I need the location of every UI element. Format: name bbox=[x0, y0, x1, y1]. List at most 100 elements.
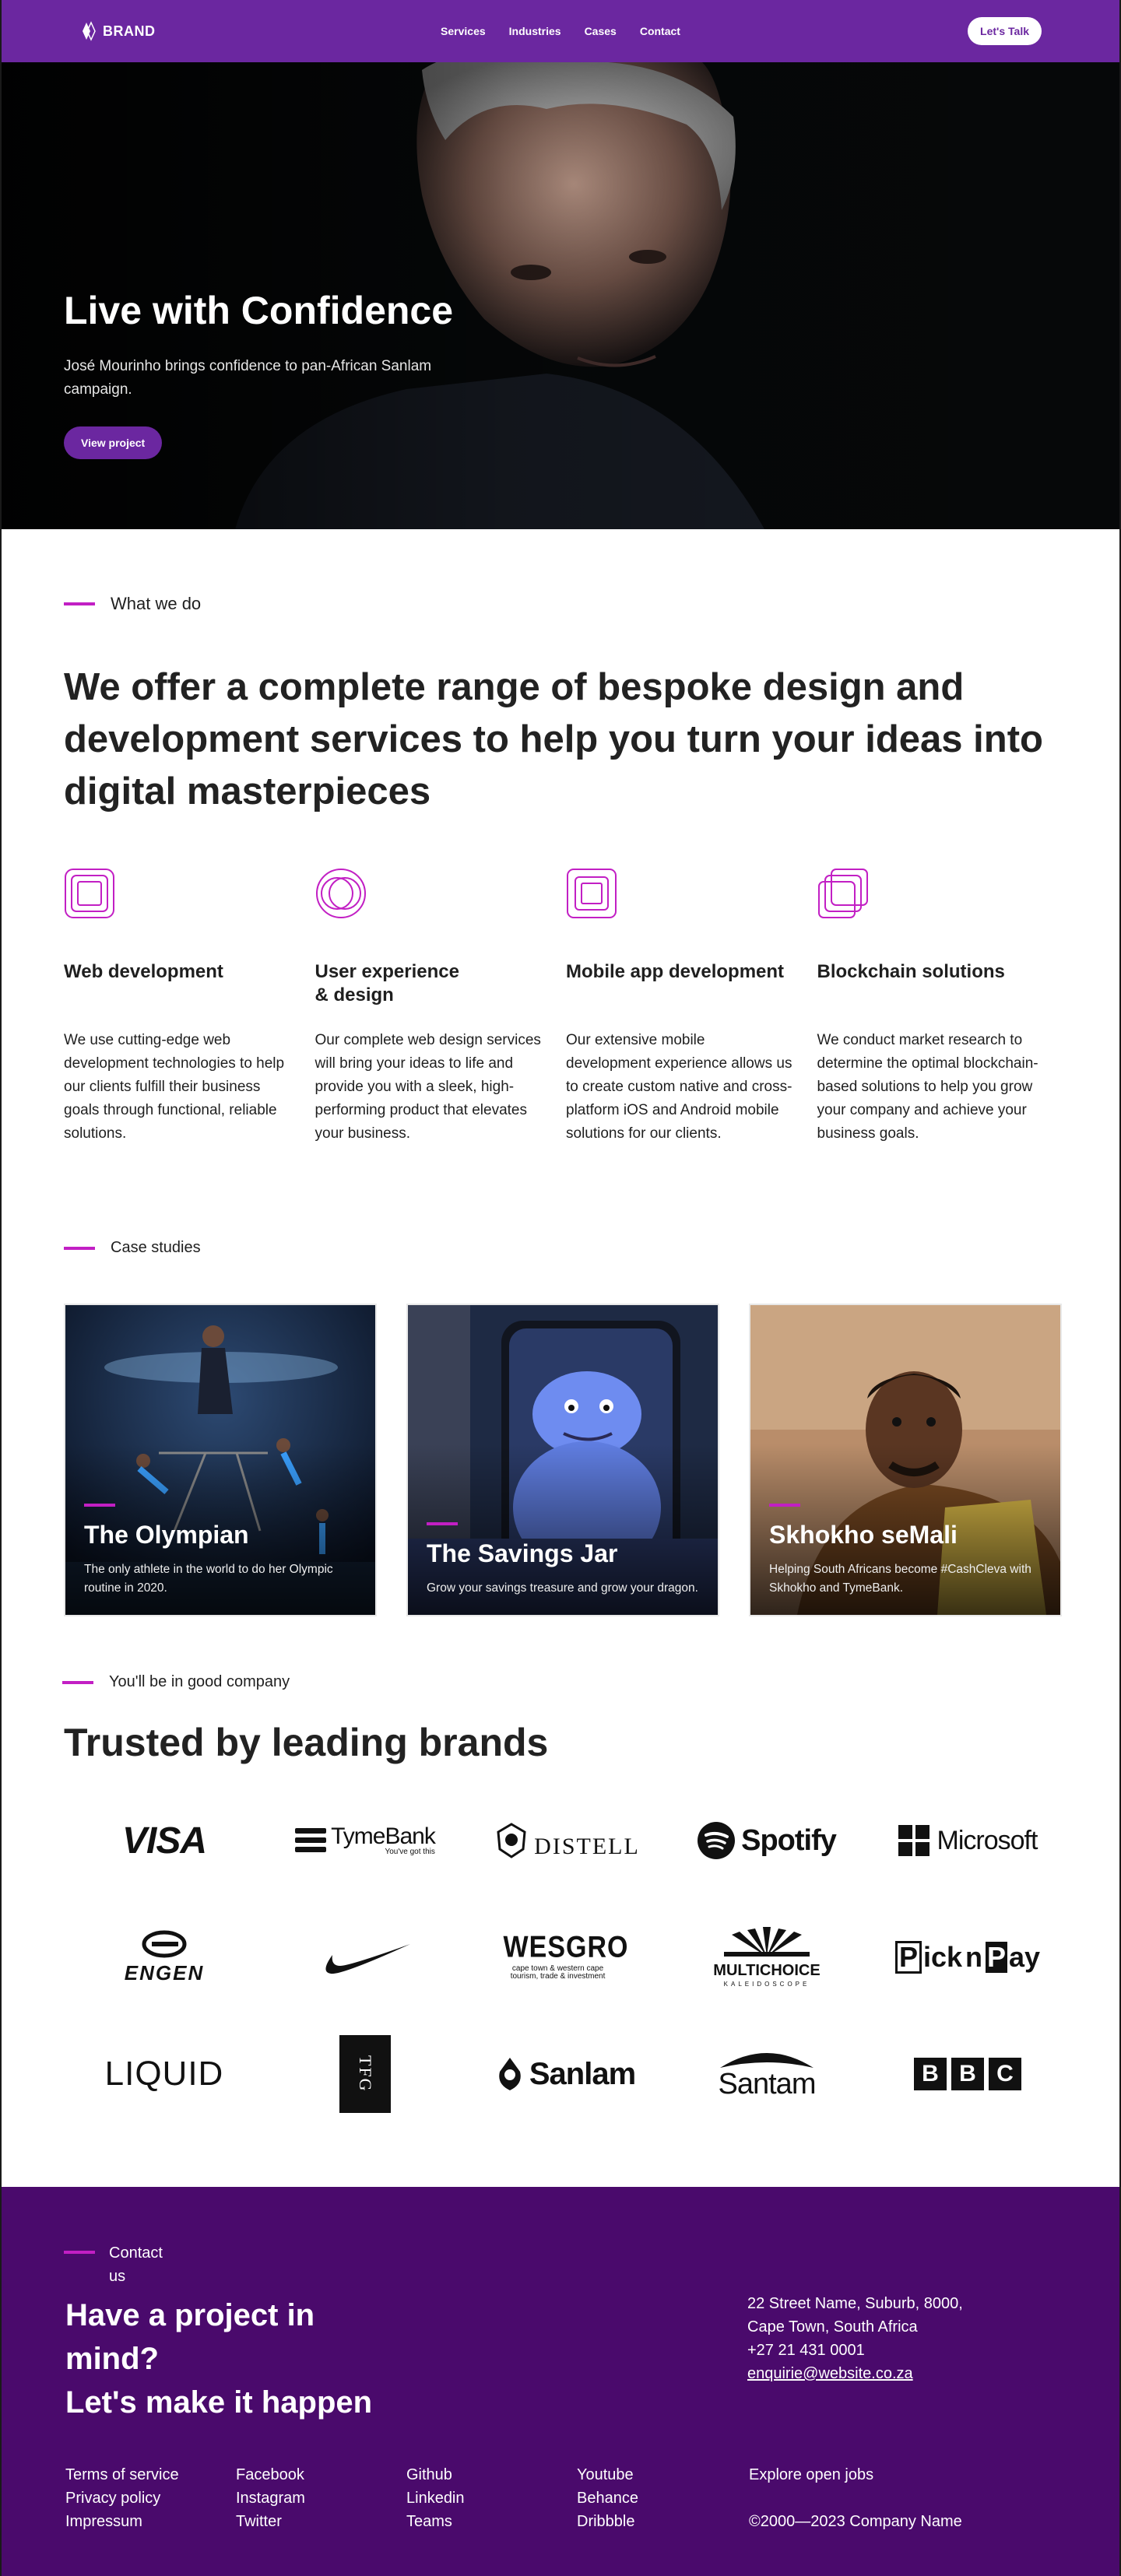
picknpay-pick: P bbox=[894, 1941, 922, 1974]
accent-dash bbox=[84, 1504, 115, 1507]
tymebank-stripes-icon bbox=[295, 1828, 327, 1852]
hero-title: Live with Confidence bbox=[64, 289, 454, 332]
phone-number[interactable]: +27 21 431 0001 bbox=[747, 2339, 963, 2362]
tymebank-tagline: You've got this bbox=[385, 1848, 435, 1856]
case-text: The Olympian The only athlete in the wor… bbox=[84, 1504, 357, 1598]
brands-heading: Trusted by leading brands bbox=[64, 1721, 549, 1764]
lets-talk-button[interactable]: Let's Talk bbox=[968, 17, 1042, 45]
explore-jobs-link[interactable]: Explore open jobs bbox=[749, 2466, 873, 2483]
impressum-link[interactable]: Impressum bbox=[65, 2510, 236, 2533]
picknpay-ay: ay bbox=[1009, 1941, 1041, 1973]
case-description: Grow your savings treasure and grow your… bbox=[427, 1581, 698, 1595]
nav-link-cases[interactable]: Cases bbox=[585, 25, 617, 37]
brand-logo-multichoice: MULTICHOICE KALEIDOSCOPE bbox=[666, 1918, 867, 1996]
engen-emblem-icon bbox=[142, 1930, 187, 1957]
case-text: Skhokho seMali Helping South Africans be… bbox=[769, 1504, 1042, 1598]
accent-dash bbox=[769, 1504, 800, 1507]
youtube-link[interactable]: Youtube bbox=[577, 2463, 747, 2487]
nav-link-contact[interactable]: Contact bbox=[640, 25, 680, 37]
visa-logo-text: VISA bbox=[121, 1820, 207, 1862]
multichoice-fan-icon bbox=[724, 1927, 810, 1957]
accent-dash bbox=[62, 1680, 93, 1684]
email-link[interactable]: enquirie@website.co.za bbox=[747, 2365, 913, 2382]
linkedin-link[interactable]: Linkedin bbox=[406, 2487, 577, 2510]
teams-link[interactable]: Teams bbox=[406, 2510, 577, 2533]
footer-legal-links: Terms of service Privacy policy Impressu… bbox=[65, 2463, 236, 2533]
case-studies-label-text: Case studies bbox=[111, 1239, 201, 1256]
good-company-label-text: You'll be in good company bbox=[109, 1673, 290, 1690]
brand-logo-visa: VISA bbox=[64, 1802, 265, 1879]
brand-logo[interactable]: BRAND bbox=[79, 21, 156, 41]
service-item: Blockchain solutions We conduct market r… bbox=[817, 868, 1069, 1146]
footer-links: Terms of service Privacy policy Impressu… bbox=[65, 2463, 747, 2533]
hero-banner: Live with Confidence José Mourinho bring… bbox=[2, 62, 1119, 529]
footer-meta: Explore open jobs ©2000—2023 Company Nam… bbox=[749, 2463, 962, 2533]
sanlam-flame-icon bbox=[499, 2058, 521, 2090]
sanlam-logo-text: Sanlam bbox=[529, 2056, 636, 2091]
picknpay-logo-text: Pick n Pay bbox=[894, 1941, 1041, 1974]
brand-logo-grid: VISA TymeBank You've got this DISTELL Sp… bbox=[64, 1802, 1068, 2113]
case-card-savings-jar[interactable]: The Savings Jar Grow your savings treasu… bbox=[406, 1304, 719, 1616]
brand-logo-engen: ENGEN bbox=[64, 1918, 265, 1996]
service-item: User experience & design Our complete web… bbox=[315, 868, 567, 1146]
brand-logo-distell: DISTELL bbox=[466, 1802, 666, 1879]
diamond-icon bbox=[83, 21, 96, 41]
wesgro-tagline: cape town & western cape tourism, trade … bbox=[510, 1964, 606, 1981]
nav-link-services[interactable]: Services bbox=[441, 25, 486, 37]
contact-details: 22 Street Name, Suburb, 8000, Cape Town,… bbox=[747, 2292, 963, 2385]
view-project-button[interactable]: View project bbox=[64, 426, 163, 459]
dribbble-link[interactable]: Dribbble bbox=[577, 2510, 747, 2533]
twitter-link[interactable]: Twitter bbox=[236, 2510, 406, 2533]
instagram-link[interactable]: Instagram bbox=[236, 2487, 406, 2510]
brand-logo-text: BRAND bbox=[103, 23, 156, 39]
good-company-label: You'll be in good company bbox=[62, 1673, 290, 1691]
footer-social-links: Facebook Instagram Twitter bbox=[236, 2463, 406, 2533]
accent-dash bbox=[427, 1522, 458, 1525]
brand-logo-sanlam: Sanlam bbox=[466, 2035, 666, 2113]
spotify-logo-text: Spotify bbox=[741, 1823, 837, 1857]
copyright: ©2000—2023 Company Name bbox=[749, 2513, 962, 2530]
bbc-letter-2: B bbox=[951, 2058, 984, 2090]
terms-of-service-link[interactable]: Terms of service bbox=[65, 2463, 236, 2487]
multichoice-logo-text: MULTICHOICE bbox=[713, 1962, 821, 1979]
spotify-icon bbox=[698, 1822, 736, 1859]
bbc-letter-1: B bbox=[914, 2058, 947, 2090]
page: BRAND Services Industries Cases Contact … bbox=[0, 0, 1121, 2576]
picknpay-ick: ick bbox=[922, 1941, 962, 1973]
tfg-logo-text: TFG bbox=[356, 2055, 375, 2093]
picknpay-n: n bbox=[965, 1941, 982, 1973]
main-menu: Services Industries Cases Contact bbox=[441, 25, 680, 37]
brand-logo-tfg: TFG bbox=[265, 2035, 466, 2113]
service-description: We use cutting-edge web development tech… bbox=[64, 1032, 285, 1142]
brand-logo-santam: Santam bbox=[666, 2035, 867, 2113]
case-title: The Olympian bbox=[84, 1521, 249, 1549]
facebook-link[interactable]: Facebook bbox=[236, 2463, 406, 2487]
footer-media-links: Youtube Behance Dribbble bbox=[577, 2463, 747, 2533]
services-list: Web development We use cutting-edge web … bbox=[64, 868, 1068, 1146]
case-description: Helping South Africans become #CashCleva… bbox=[769, 1563, 1031, 1595]
service-title-line-1: User experience bbox=[315, 961, 459, 982]
distell-emblem-icon bbox=[497, 1823, 526, 1858]
case-studies-label: Case studies bbox=[64, 1239, 201, 1257]
footer-heading-line-2: Let's make it happen bbox=[65, 2385, 373, 2420]
privacy-policy-link[interactable]: Privacy policy bbox=[65, 2487, 236, 2510]
service-title-line-2: & design bbox=[315, 984, 394, 1005]
behance-link[interactable]: Behance bbox=[577, 2487, 747, 2510]
nav-link-industries[interactable]: Industries bbox=[509, 25, 561, 37]
footer-dev-links: Github Linkedin Teams bbox=[406, 2463, 577, 2533]
service-title: Blockchain solutions bbox=[817, 961, 1005, 982]
case-card-skhokho[interactable]: Skhokho seMali Helping South Africans be… bbox=[749, 1304, 1062, 1616]
github-link[interactable]: Github bbox=[406, 2463, 577, 2487]
footer-heading-line-1: Have a project in mind? bbox=[65, 2298, 315, 2376]
brand-logo-nike bbox=[265, 1918, 466, 1996]
engen-logo-text: ENGEN bbox=[124, 1960, 205, 1985]
brand-logo-tymebank: TymeBank You've got this bbox=[265, 1802, 466, 1879]
service-title: Web development bbox=[64, 961, 223, 982]
service-description: We conduct market research to determine … bbox=[817, 1032, 1038, 1142]
service-title: Mobile app development bbox=[566, 961, 785, 982]
service-description: Our extensive mobile development experie… bbox=[566, 1032, 792, 1142]
top-nav: BRAND Services Industries Cases Contact … bbox=[2, 0, 1119, 62]
case-card-olympian[interactable]: The Olympian The only athlete in the wor… bbox=[64, 1304, 377, 1616]
footer-heading: Have a project in mind? Let's make it ha… bbox=[65, 2293, 408, 2424]
case-description: The only athlete in the world to do her … bbox=[84, 1563, 333, 1595]
